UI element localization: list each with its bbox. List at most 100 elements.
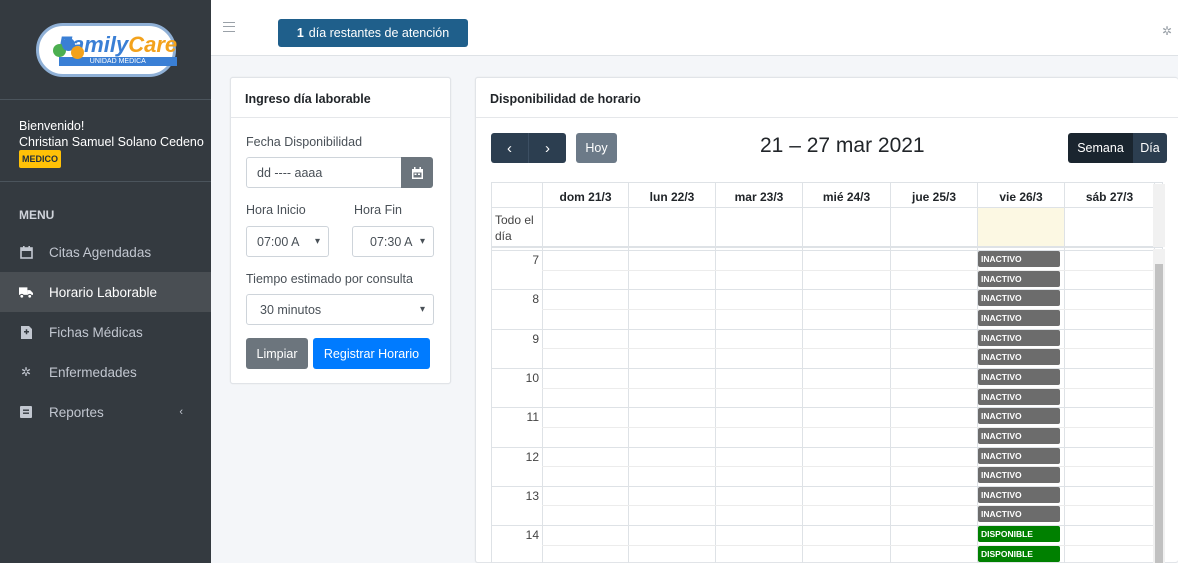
allday-label: Todo el día bbox=[495, 213, 534, 243]
start-time-label: Hora Inicio bbox=[246, 203, 306, 217]
day-header[interactable]: dom 21/3 bbox=[542, 183, 628, 208]
hour-label: 9 bbox=[532, 331, 539, 346]
familycare-logo[interactable]: FamilyCare UNIDAD MEDICA bbox=[35, 22, 178, 77]
prev-week-button[interactable]: ‹ bbox=[491, 133, 528, 163]
hour-label: 8 bbox=[532, 292, 539, 307]
chevron-down-icon: ▾ bbox=[314, 236, 320, 247]
calendar-event-inactivo[interactable]: INACTIVO bbox=[978, 270, 1060, 287]
hour-label: 14 bbox=[525, 528, 539, 543]
half-hour-gridline bbox=[542, 426, 1154, 428]
chevron-down-icon: ▾ bbox=[419, 304, 425, 315]
clear-button[interactable]: Limpiar bbox=[246, 338, 308, 369]
sidebar-nav: Citas Agendadas Horario Laborable Fichas… bbox=[0, 232, 211, 432]
hour-label: 11 bbox=[526, 410, 539, 425]
remaining-days-count: 1 bbox=[296, 26, 304, 40]
calendar-event-inactivo[interactable]: INACTIVO bbox=[978, 290, 1060, 307]
calendar-event-inactivo[interactable]: INACTIVO bbox=[978, 427, 1060, 444]
day-header[interactable]: mié 24/3 bbox=[802, 183, 890, 208]
calendar-icon bbox=[19, 245, 33, 259]
sidebar: FamilyCare UNIDAD MEDICA Bienvenido! Chr… bbox=[0, 0, 211, 563]
gear-icon[interactable]: ✲ bbox=[1162, 24, 1172, 38]
calendar-event-inactivo[interactable]: INACTIVO bbox=[978, 349, 1060, 366]
calendar-event-disponible[interactable]: DISPONIBLE bbox=[978, 545, 1060, 562]
sidebar-item-label: Fichas Médicas bbox=[49, 324, 143, 340]
user-name: Christian Samuel Solano Cedeno bbox=[19, 135, 204, 149]
calendar-event-inactivo[interactable]: INACTIVO bbox=[978, 329, 1060, 346]
sidebar-item-enfermedades[interactable]: ✲ Enfermedades bbox=[0, 352, 211, 392]
calendar-range-title: 21 – 27 mar 2021 bbox=[760, 134, 925, 157]
sidebar-item-fichas-medicas[interactable]: Fichas Médicas bbox=[0, 312, 211, 352]
remaining-days-button[interactable]: 1 día restantes de atención bbox=[278, 19, 468, 47]
virus-icon: ✲ bbox=[20, 365, 32, 379]
week-view-button[interactable]: Semana bbox=[1068, 133, 1133, 163]
date-input[interactable]: dd ---- aaaa bbox=[246, 157, 402, 188]
chevron-left-icon: ‹ bbox=[179, 406, 183, 418]
half-hour-gridline bbox=[542, 348, 1154, 350]
calendar-event-inactivo[interactable]: INACTIVO bbox=[978, 506, 1060, 523]
calendar-event-inactivo[interactable]: INACTIVO bbox=[978, 467, 1060, 484]
day-header[interactable]: vie 26/3 bbox=[977, 183, 1064, 208]
allday-scrollbar[interactable] bbox=[1153, 184, 1165, 247]
half-hour-gridline bbox=[542, 308, 1154, 310]
hour-label: 12 bbox=[525, 449, 539, 464]
end-time-label: Hora Fin bbox=[354, 203, 402, 217]
hour-label: 10 bbox=[525, 370, 539, 385]
sidebar-item-label: Enfermedades bbox=[49, 364, 137, 380]
day-header[interactable]: sáb 27/3 bbox=[1064, 183, 1154, 208]
calendar-header-row: dom 21/3 lun 22/3 mar 23/3 mié 24/3 jue … bbox=[492, 183, 1162, 208]
half-hour-gridline bbox=[542, 505, 1154, 507]
user-panel: Bienvenido! Christian Samuel Solano Cede… bbox=[0, 100, 211, 182]
day-view-button[interactable]: Día bbox=[1133, 133, 1167, 163]
day-header[interactable]: lun 22/3 bbox=[628, 183, 715, 208]
calendar-event-inactivo[interactable]: INACTIVO bbox=[978, 251, 1060, 267]
hour-label: 13 bbox=[525, 488, 539, 503]
half-hour-gridline bbox=[542, 544, 1154, 546]
chevron-right-icon: › bbox=[545, 139, 550, 157]
register-schedule-button[interactable]: Registrar Horario bbox=[313, 338, 430, 369]
calendar-card-title: Disponibilidad de horario bbox=[476, 78, 1178, 118]
half-hour-gridline bbox=[542, 387, 1154, 389]
half-hour-gridline bbox=[542, 269, 1154, 271]
calendar-event-disponible[interactable]: DISPONIBLE bbox=[978, 526, 1060, 543]
menu-header: MENU bbox=[19, 208, 55, 222]
user-greeting: Bienvenido! bbox=[19, 119, 85, 133]
sidebar-item-horario-laborable[interactable]: Horario Laborable bbox=[0, 272, 211, 312]
menu-toggle-icon[interactable] bbox=[223, 22, 235, 32]
calendar-picker-icon[interactable] bbox=[401, 157, 433, 188]
duration-label: Tiempo estimado por consulta bbox=[246, 272, 413, 286]
sidebar-item-label: Citas Agendadas bbox=[49, 244, 152, 260]
duration-value: 30 minutos bbox=[260, 302, 322, 317]
allday-row: Todo el día bbox=[492, 208, 1162, 248]
week-calendar-grid: dom 21/3 lun 22/3 mar 23/3 mié 24/3 jue … bbox=[491, 182, 1163, 563]
sidebar-item-citas-agendadas[interactable]: Citas Agendadas bbox=[0, 232, 211, 272]
scrollbar-thumb[interactable] bbox=[1155, 264, 1163, 563]
date-label: Fecha Disponibilidad bbox=[246, 135, 363, 149]
sidebar-item-label: Horario Laborable bbox=[49, 284, 158, 300]
brand-name-part2: Care bbox=[128, 31, 178, 57]
start-time-value: 07:00 A bbox=[257, 234, 300, 249]
form-title: Ingreso día laborable bbox=[231, 78, 450, 118]
day-header[interactable]: jue 25/3 bbox=[890, 183, 977, 208]
hour-label: 7 bbox=[532, 253, 539, 267]
calendar-event-inactivo[interactable]: INACTIVO bbox=[978, 447, 1060, 464]
start-time-select[interactable]: 07:00 A ▾ bbox=[246, 226, 329, 257]
chevron-down-icon: ▾ bbox=[419, 236, 425, 247]
report-icon bbox=[19, 405, 33, 419]
calendar-event-inactivo[interactable]: INACTIVO bbox=[978, 408, 1060, 425]
today-button[interactable]: Hoy bbox=[576, 133, 617, 163]
calendar-event-inactivo[interactable]: INACTIVO bbox=[978, 368, 1060, 385]
brand-area[interactable]: FamilyCare UNIDAD MEDICA bbox=[0, 0, 211, 100]
chevron-left-icon: ‹ bbox=[507, 139, 512, 157]
next-week-button[interactable]: › bbox=[528, 133, 566, 163]
end-time-value: 07:30 A bbox=[370, 234, 413, 249]
role-badge: MEDICO bbox=[19, 150, 61, 168]
sidebar-item-label: Reportes bbox=[49, 404, 104, 420]
calendar-event-inactivo[interactable]: INACTIVO bbox=[978, 388, 1060, 405]
remaining-days-text: día restantes de atención bbox=[308, 26, 450, 40]
calendar-event-inactivo[interactable]: INACTIVO bbox=[978, 486, 1060, 503]
calendar-event-inactivo[interactable]: INACTIVO bbox=[978, 309, 1060, 326]
end-time-select[interactable]: 07:30 A ▾ bbox=[352, 226, 434, 257]
sidebar-item-reportes[interactable]: Reportes ‹ bbox=[0, 392, 211, 432]
duration-select[interactable]: 30 minutos ▾ bbox=[246, 294, 434, 325]
day-header[interactable]: mar 23/3 bbox=[715, 183, 802, 208]
